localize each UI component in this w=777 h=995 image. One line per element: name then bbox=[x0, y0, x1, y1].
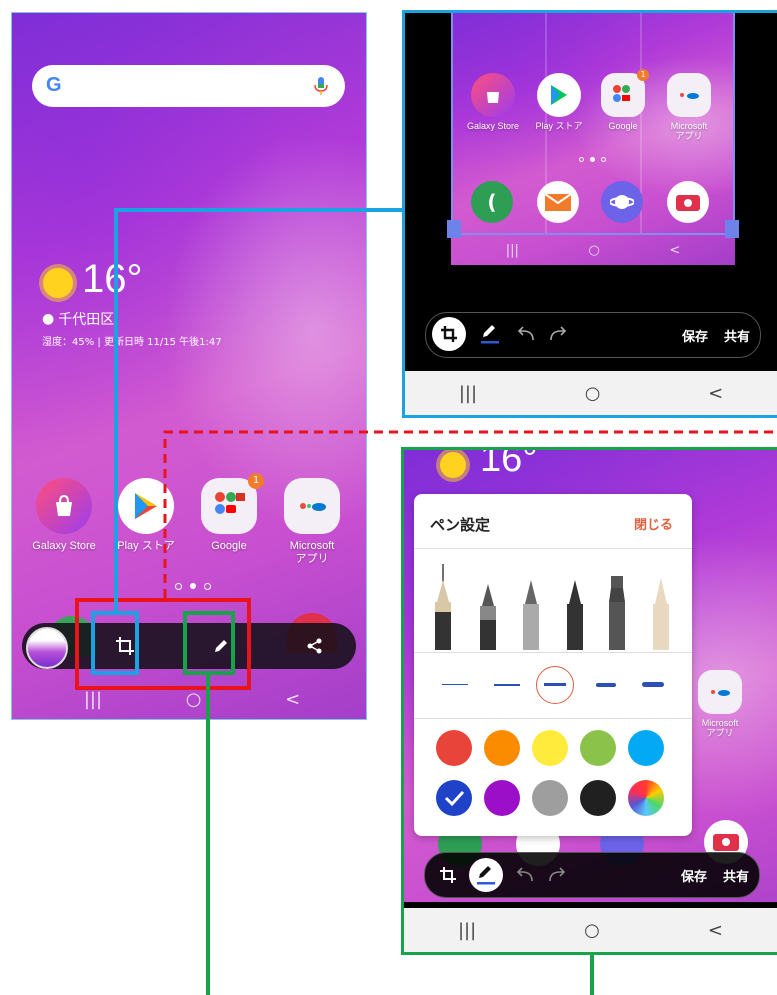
recents-button[interactable]: ||| bbox=[458, 920, 476, 941]
pen-icon[interactable] bbox=[469, 858, 503, 892]
color-palette bbox=[414, 726, 692, 830]
share-button[interactable]: 共有 bbox=[723, 866, 749, 885]
redo-icon[interactable] bbox=[545, 862, 569, 888]
save-button[interactable]: 保存 bbox=[681, 866, 707, 885]
editor-toolbar: 保存 共有 bbox=[425, 312, 761, 358]
inner-back-icon: < bbox=[669, 242, 681, 258]
undo-icon[interactable] bbox=[514, 321, 538, 347]
back-button[interactable]: < bbox=[708, 920, 723, 941]
pen-size-selector bbox=[414, 656, 692, 716]
color-swatch-7[interactable] bbox=[484, 780, 520, 816]
color-swatch-8[interactable] bbox=[532, 780, 568, 816]
size-option-3-selected[interactable] bbox=[536, 666, 574, 704]
undo-icon[interactable] bbox=[513, 862, 537, 888]
crop-frame[interactable] bbox=[451, 13, 735, 235]
color-swatch-9[interactable] bbox=[580, 780, 616, 816]
recents-button[interactable]: ||| bbox=[459, 383, 477, 404]
size-option-4[interactable] bbox=[596, 683, 616, 687]
size-option-2[interactable] bbox=[494, 684, 520, 686]
calligraphy-pen-icon[interactable] bbox=[606, 576, 628, 650]
pen-type-selector bbox=[414, 558, 692, 650]
pen-settings-panel: ペン設定 閉じる bbox=[414, 494, 692, 836]
save-button[interactable]: 保存 bbox=[682, 326, 708, 345]
color-swatch-5[interactable] bbox=[628, 730, 664, 766]
pen-settings-title: ペン設定 bbox=[430, 516, 491, 534]
brush-pen-icon[interactable] bbox=[477, 584, 499, 650]
share-button[interactable]: 共有 bbox=[724, 326, 750, 345]
navigation-bar: ||| ○ < bbox=[404, 908, 777, 952]
microsoft-folder-icon bbox=[698, 670, 742, 714]
close-button[interactable]: 閉じる bbox=[634, 514, 673, 533]
crop-handle-bottom-right[interactable] bbox=[725, 220, 739, 238]
color-swatch-1[interactable] bbox=[436, 730, 472, 766]
editor-toolbar: 保存 共有 bbox=[424, 852, 760, 898]
inner-recents-icon: ||| bbox=[505, 242, 519, 258]
size-option-5[interactable] bbox=[642, 682, 664, 687]
highlighter-icon[interactable] bbox=[650, 578, 672, 650]
redo-icon[interactable] bbox=[546, 321, 570, 347]
color-swatch-2[interactable] bbox=[484, 730, 520, 766]
app-label: Microsoft アプリ bbox=[701, 718, 739, 738]
size-option-1[interactable] bbox=[442, 684, 468, 685]
inner-navigation-bar: ||| ○ < bbox=[471, 239, 715, 261]
home-button[interactable]: ○ bbox=[585, 383, 601, 404]
pen-icon[interactable] bbox=[478, 321, 502, 347]
color-swatch-3[interactable] bbox=[532, 730, 568, 766]
weather-temperature: 16° bbox=[480, 447, 538, 480]
pencil-icon[interactable] bbox=[564, 580, 586, 650]
pen-settings-screen: 16° Microsoft アプリ ペン設定 閉じる 保存 共有 ||| ○ < bbox=[401, 447, 777, 955]
home-button[interactable]: ○ bbox=[584, 920, 600, 941]
crop-icon[interactable] bbox=[435, 862, 461, 888]
checkmark-icon bbox=[444, 790, 465, 807]
color-swatch-6[interactable] bbox=[436, 780, 472, 816]
crop-handle-bottom-left[interactable] bbox=[447, 220, 461, 238]
crop-screen: Galaxy Store Play ストア Google 1 Microsoft… bbox=[402, 10, 777, 418]
back-button[interactable]: < bbox=[708, 383, 723, 404]
marker-pen-icon[interactable] bbox=[520, 580, 542, 650]
color-swatch-10[interactable] bbox=[628, 780, 664, 816]
fountain-pen-icon[interactable] bbox=[432, 564, 454, 650]
crop-icon[interactable] bbox=[432, 317, 466, 351]
app-microsoft-folder: Microsoft アプリ bbox=[690, 670, 750, 738]
inner-home-icon: ○ bbox=[588, 242, 600, 258]
navigation-bar: ||| ○ < bbox=[405, 371, 777, 415]
color-swatch-4[interactable] bbox=[580, 730, 616, 766]
weather-sun-icon bbox=[440, 452, 466, 478]
